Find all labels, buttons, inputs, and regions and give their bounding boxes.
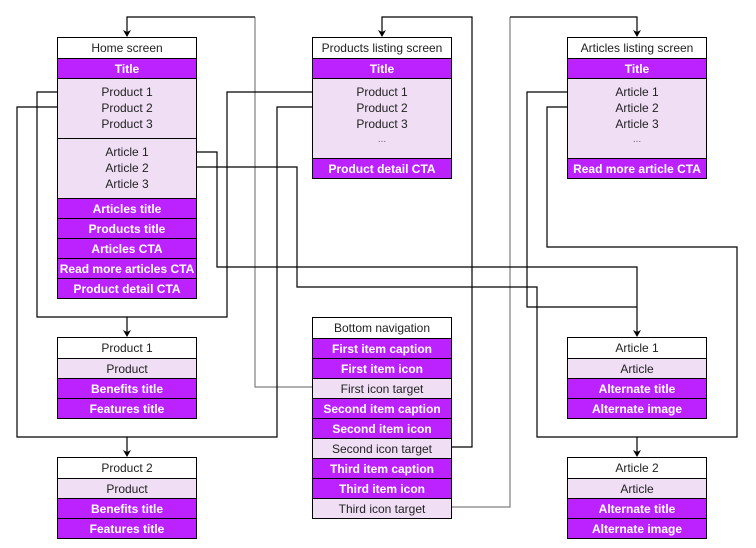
list-item: Product 2 — [101, 101, 153, 115]
component-row: Alternate title — [568, 378, 706, 398]
component-row: Features title — [58, 518, 196, 538]
component-row: Second item caption — [313, 398, 451, 418]
component-row: Title — [568, 58, 706, 78]
connector-first-icon-target-to-home-top — [123, 16, 255, 37]
component-row: Alternate title — [568, 498, 706, 518]
list-item: Product 3 — [101, 117, 153, 131]
component-row: Second item icon — [313, 418, 451, 438]
screen-title: Home screen — [58, 38, 196, 58]
screen-articles-listing: Articles listing screen Title Article 1 Art… — [567, 37, 707, 179]
screen-article2: Article 2 Article Alternate title Alternate… — [567, 457, 707, 539]
screen-bottom-nav: Bottom navigation First item caption First… — [312, 317, 452, 519]
screen-title: Product 2 — [58, 458, 196, 478]
item-list: Product 1 Product 2 Product 3... — [313, 78, 451, 158]
component-row: Article — [568, 358, 706, 378]
component-row: Third icon target — [313, 498, 451, 518]
component-row: Benefits title — [58, 378, 196, 398]
component-row: Features title — [58, 398, 196, 418]
connector-third-icon-target-to-articles-top — [510, 16, 641, 37]
screen-title: Article 2 — [568, 458, 706, 478]
screen-article1: Article 1 Article Alternate title Alternate… — [567, 337, 707, 419]
component-row: Articles title — [58, 198, 196, 218]
list-item: Product 3 — [356, 117, 408, 131]
screen-products-listing: Products listing screen Title Product 1 Pro… — [312, 37, 452, 179]
list-item: Article 1 — [105, 145, 149, 159]
component-row: First icon target — [313, 378, 451, 398]
component-row: First item icon — [313, 358, 451, 378]
list-more-indicator: ... — [632, 134, 642, 145]
component-row: Read more articles CTA — [58, 258, 196, 278]
component-row: Third item caption — [313, 458, 451, 478]
component-row: Title — [58, 58, 196, 78]
component-row: Third item icon — [313, 478, 451, 498]
item-list: Article 1 Article 2 Article 3... — [568, 78, 706, 158]
component-row: Benefits title — [58, 498, 196, 518]
component-row: Alternate image — [568, 398, 706, 418]
component-row: Products title — [58, 218, 196, 238]
connector-home-article1 — [197, 151, 641, 337]
screen-title: Article 1 — [568, 338, 706, 358]
component-row: Read more article CTA — [568, 158, 706, 178]
list-item: Product 1 — [101, 85, 153, 99]
component-row: Second icon target — [313, 438, 451, 458]
component-row: Product detail CTA — [58, 278, 196, 298]
component-row: Article — [568, 478, 706, 498]
list-item: Article 3 — [105, 177, 149, 191]
screen-title: Bottom navigation — [313, 318, 451, 338]
component-row: Title — [313, 58, 451, 78]
list-item: Article 3 — [615, 117, 659, 131]
item-list: Product 1 Product 2 Product 3 — [58, 78, 196, 138]
item-list: Article 1 Article 2 Article 3 — [58, 138, 196, 198]
screen-title: Product 1 — [58, 338, 196, 358]
screen-title: Articles listing screen — [568, 38, 706, 58]
component-row: First item caption — [313, 338, 451, 358]
component-row: Product — [58, 478, 196, 498]
screen-product1: Product 1 Product Benefits title Features t… — [57, 337, 197, 419]
component-row: Articles CTA — [58, 238, 196, 258]
list-more-indicator: ... — [377, 134, 387, 145]
connector-third-icon-target-to-articles — [452, 17, 511, 508]
screen-title: Products listing screen — [313, 38, 451, 58]
list-item: Product 2 — [356, 101, 408, 115]
screen-product2: Product 2 Product Benefits title Features t… — [57, 457, 197, 539]
screen-home: Home screen Title Product 1 Product 2 Produc… — [57, 37, 197, 299]
connector-first-icon-target-to-home — [254, 17, 312, 388]
list-item: Article 1 — [615, 85, 659, 99]
list-item: Product 1 — [356, 85, 408, 99]
component-row: Product detail CTA — [313, 158, 451, 178]
list-item: Article 2 — [105, 161, 149, 175]
component-row: Product — [58, 358, 196, 378]
component-row: Alternate image — [568, 518, 706, 538]
list-item: Article 2 — [615, 101, 659, 115]
